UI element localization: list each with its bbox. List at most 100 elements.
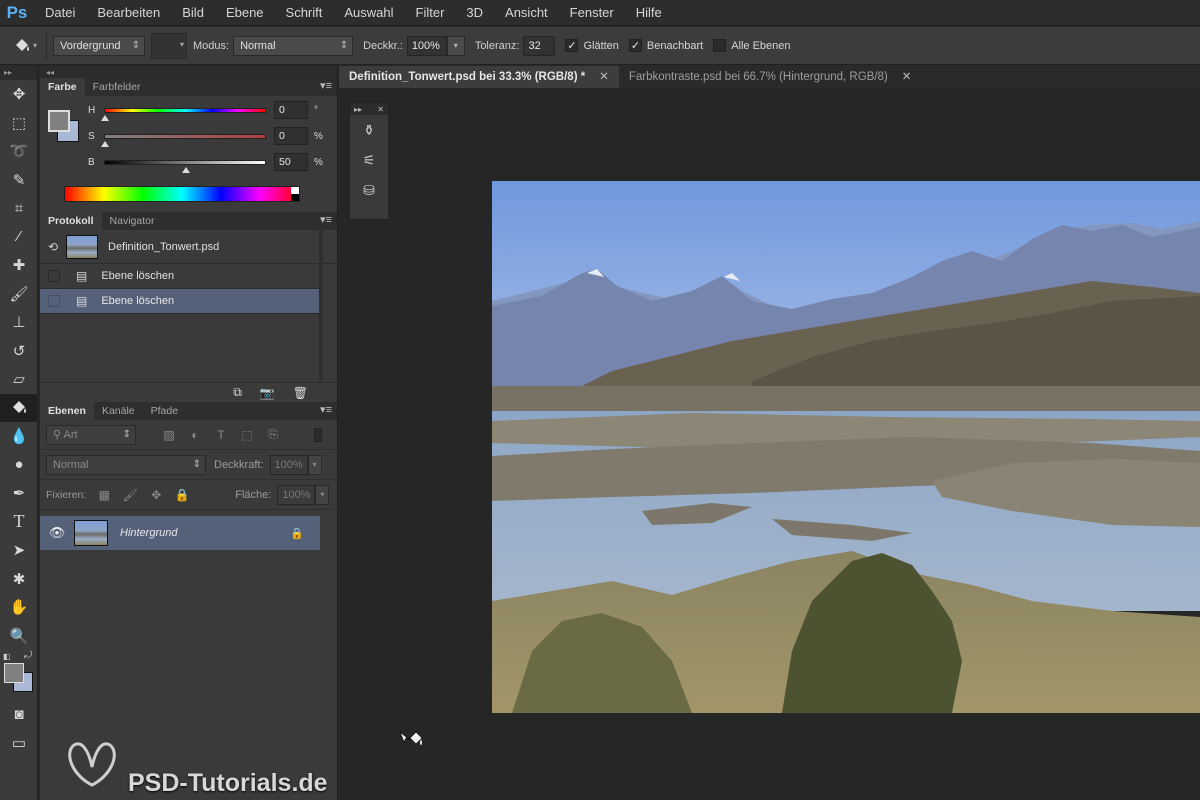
pen-tool-icon[interactable]: ✒ [0, 479, 38, 508]
all-layers-option[interactable]: Alle Ebenen [713, 39, 791, 52]
all-layers-checkbox[interactable] [713, 39, 727, 52]
mode-select[interactable]: Normal [233, 35, 354, 56]
menu-hilfe[interactable]: Hilfe [625, 0, 673, 26]
brush-tool-icon[interactable]: 🖌 [0, 280, 38, 309]
history-brush-tool-icon[interactable]: ↺ [0, 337, 38, 366]
shape-layer-filter-icon[interactable]: ⬚ [237, 428, 257, 442]
menu-schrift[interactable]: Schrift [275, 0, 334, 26]
contiguous-option[interactable]: ✓ Benachbart [628, 39, 703, 52]
default-colors-icon[interactable]: ◧ [3, 652, 11, 661]
pixel-layer-filter-icon[interactable]: ▨ [159, 428, 179, 442]
history-scrollbar[interactable] [319, 230, 323, 380]
close-icon[interactable]: ✕ [377, 105, 384, 114]
tab-protokoll[interactable]: Protokoll [40, 212, 102, 230]
tab-kanaele[interactable]: Kanäle [94, 402, 143, 420]
quick-mask-icon[interactable]: ◙ [0, 700, 38, 729]
opacity-input[interactable]: 100% [406, 35, 447, 56]
clone-stamp-tool-icon[interactable]: ⊥ [0, 308, 38, 337]
saturation-value[interactable]: 0 [274, 127, 308, 145]
crop-tool-icon[interactable]: ⌗ [0, 194, 38, 223]
tab-farbfelder[interactable]: Farbfelder [85, 78, 149, 96]
saturation-slider-thumb[interactable] [101, 140, 109, 147]
blur-tool-icon[interactable]: 💧 [0, 422, 38, 451]
smart-object-filter-icon[interactable]: ⎘ [263, 427, 283, 442]
tab-pfade[interactable]: Pfade [143, 402, 186, 420]
fill-source-select[interactable]: Vordergrund [53, 35, 145, 56]
marquee-tool-icon[interactable]: ⬚ [0, 109, 38, 138]
hue-value[interactable]: 0 [274, 101, 308, 119]
lasso-tool-icon[interactable]: ➰ [0, 137, 38, 166]
antialias-option[interactable]: ✓ Glätten [565, 39, 619, 52]
brush-presets-icon[interactable]: ⚟ [350, 145, 388, 175]
menu-bearbeiten[interactable]: Bearbeiten [86, 0, 171, 26]
layer-row[interactable]: 👁 Hintergrund 🔒 [40, 516, 320, 550]
history-item[interactable]: ▤ Ebene löschen [40, 264, 320, 289]
fill-input[interactable]: 100% [277, 484, 316, 505]
menu-fenster[interactable]: Fenster [559, 0, 625, 26]
layer-opacity-dropdown-icon[interactable]: ▾ [307, 454, 322, 475]
lock-image-pixels-icon[interactable]: 🖌 [120, 488, 140, 502]
tab-navigator[interactable]: Navigator [102, 212, 163, 230]
color-spectrum-bar[interactable] [64, 186, 300, 202]
panel-menu-icon[interactable]: ▾≡ [320, 213, 332, 226]
clone-source-icon[interactable]: ⛁ [350, 175, 388, 205]
menu-bild[interactable]: Bild [171, 0, 215, 26]
pattern-picker[interactable]: ▾ [151, 32, 187, 59]
opacity-dropdown-icon[interactable]: ▾ [446, 35, 465, 56]
quick-selection-tool-icon[interactable]: ✎ [0, 166, 38, 195]
antialias-checkbox[interactable]: ✓ [565, 39, 579, 52]
paint-bucket-tool-icon[interactable] [0, 393, 38, 422]
layer-name[interactable]: Hintergrund [120, 527, 177, 539]
visibility-eye-icon[interactable]: 👁 [40, 525, 74, 541]
tolerance-input[interactable]: 32 [523, 35, 556, 56]
new-document-from-state-icon[interactable]: ⧉ [233, 385, 242, 400]
menu-datei[interactable]: Datei [34, 0, 86, 26]
move-tool-icon[interactable]: ✥ [0, 80, 38, 109]
close-tab-icon[interactable]: ✕ [599, 66, 609, 88]
filter-toggle[interactable] [314, 427, 322, 442]
menu-3d[interactable]: 3D [455, 0, 494, 26]
layer-opacity-input[interactable]: 100% [269, 454, 308, 475]
blend-mode-select[interactable]: Normal [46, 454, 206, 475]
history-brush-source-box[interactable] [48, 270, 60, 282]
custom-shape-tool-icon[interactable]: ✱ [0, 565, 38, 594]
history-snapshot[interactable]: ⟲ Definition_Tonwert.psd [40, 230, 337, 264]
lock-transparent-pixels-icon[interactable]: ▦ [94, 488, 114, 502]
lock-all-icon[interactable]: 🔒 [172, 488, 192, 502]
zoom-tool-icon[interactable]: 🔍 [0, 622, 38, 651]
swap-colors-icon[interactable]: ⤾ [24, 650, 32, 661]
type-tool-icon[interactable]: T [0, 508, 38, 537]
panel-menu-icon[interactable]: ▾≡ [320, 79, 332, 92]
contiguous-checkbox[interactable]: ✓ [628, 39, 642, 52]
hue-slider-thumb[interactable] [101, 114, 109, 121]
fill-dropdown-icon[interactable]: ▾ [315, 484, 330, 505]
history-brush-source-box[interactable] [48, 295, 60, 307]
adjustment-layer-filter-icon[interactable]: ◐ [185, 428, 205, 442]
close-tab-icon[interactable]: ✕ [902, 66, 912, 88]
eyedropper-tool-icon[interactable]: ⁄ [0, 223, 38, 252]
menu-ansicht[interactable]: Ansicht [494, 0, 559, 26]
brightness-slider-thumb[interactable] [182, 166, 190, 173]
eraser-tool-icon[interactable]: ▱ [0, 365, 38, 394]
paint-bucket-tool-preset-icon[interactable]: ▾ [10, 33, 40, 59]
dodge-tool-icon[interactable]: ● [0, 451, 38, 480]
tool-presets-icon[interactable]: ⚱ [350, 115, 388, 145]
document-image[interactable] [492, 181, 1200, 713]
toolbar-collapse-icon[interactable]: ▸▸ [0, 66, 37, 80]
menu-ebene[interactable]: Ebene [215, 0, 275, 26]
history-brush-source-icon[interactable]: ⟲ [40, 240, 66, 254]
saturation-slider[interactable] [101, 133, 266, 147]
layer-filter-kind-select[interactable]: ⚲ Art [46, 424, 136, 445]
panel-menu-icon[interactable]: ▾≡ [320, 403, 332, 416]
menu-filter[interactable]: Filter [405, 0, 456, 26]
document-tab[interactable]: Farbkontraste.psd bei 66.7% (Hintergrund… [619, 66, 922, 88]
foreground-color-swatch[interactable] [4, 663, 24, 683]
hue-slider[interactable] [101, 107, 266, 121]
screen-mode-icon[interactable]: ▭ [0, 729, 38, 758]
type-layer-filter-icon[interactable]: T [211, 428, 231, 442]
menu-auswahl[interactable]: Auswahl [333, 0, 404, 26]
brightness-value[interactable]: 50 [274, 153, 308, 171]
panel-foreground-color-swatch[interactable] [48, 110, 70, 132]
healing-brush-tool-icon[interactable]: ✚ [0, 251, 38, 280]
delete-state-icon[interactable]: 🗑 [293, 386, 308, 400]
